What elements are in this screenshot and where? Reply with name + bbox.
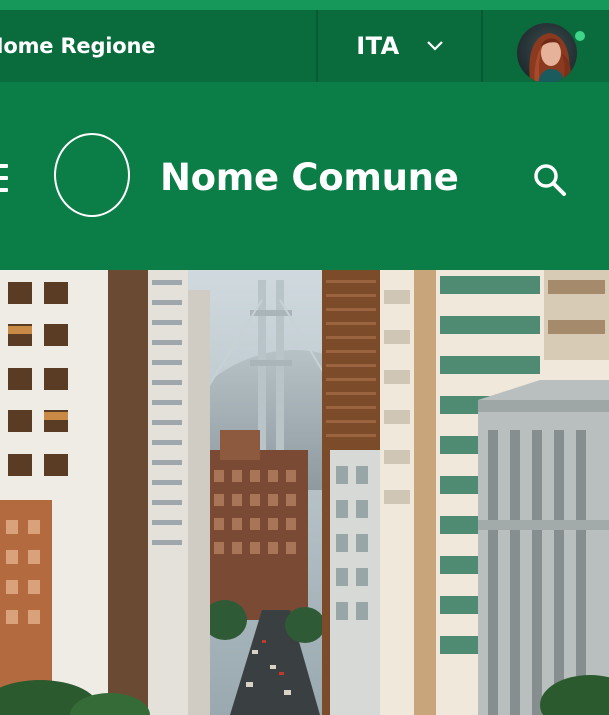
language-selector[interactable]: ITA — [318, 10, 482, 82]
search-button[interactable] — [530, 160, 570, 200]
chevron-down-icon — [426, 41, 443, 51]
slim-header: Nome Regione ITA — [0, 10, 609, 85]
hero-image — [0, 270, 609, 715]
avatar — [515, 21, 579, 85]
region-link[interactable]: Nome Regione — [0, 10, 156, 82]
top-accent-strip — [0, 0, 609, 10]
search-icon — [534, 164, 566, 196]
divider — [481, 10, 483, 82]
language-label: ITA — [356, 32, 400, 60]
hamburger-icon[interactable] — [0, 164, 8, 192]
logo[interactable] — [54, 133, 130, 217]
city-street-image — [0, 270, 609, 715]
user-avatar-button[interactable] — [515, 21, 587, 89]
online-status-dot — [573, 29, 587, 43]
site-title[interactable]: Nome Comune — [160, 150, 459, 206]
